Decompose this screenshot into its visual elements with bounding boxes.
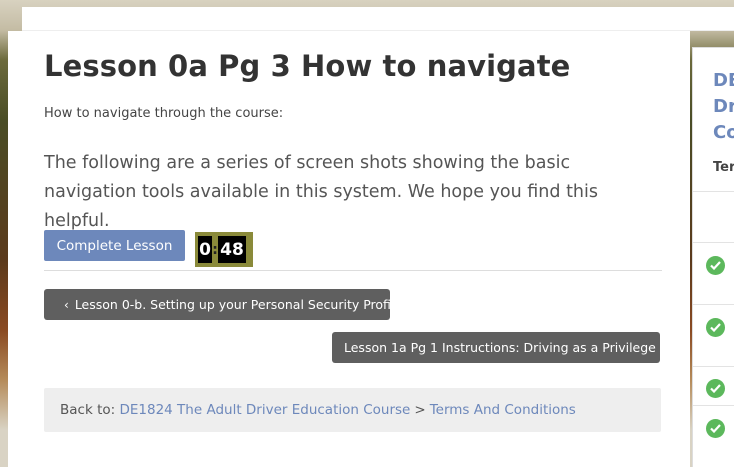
breadcrumb-prefix: Back to: [60,402,116,418]
complete-lesson-button[interactable]: Complete Lesson [44,230,185,261]
previous-lesson-button[interactable]: ‹ Lesson 0-b. Setting up your Personal S… [44,289,402,320]
breadcrumb-section-link[interactable]: Terms And Conditions [430,402,576,418]
lesson-content: Lesson 0a Pg 3 How to navigate How to na… [8,31,690,467]
course-sidebar: DE Dr Co Ter [692,47,734,467]
breadcrumb-course-link[interactable]: DE1824 The Adult Driver Education Course [119,402,410,418]
divider [44,270,662,271]
sidebar-course-title[interactable]: DE Dr Co [713,68,734,146]
sidebar-title-line: DE [713,70,734,91]
next-lesson-label: Lesson 1a Pg 1 Instructions: Driving as … [344,340,656,355]
check-circle-icon [706,256,725,275]
previous-lesson-label: Lesson 0-b. Setting up your Personal Sec… [74,297,403,312]
lesson-body: The following are a series of screen sho… [44,153,599,231]
next-lesson-button[interactable]: Lesson 1a Pg 1 Instructions: Driving as … [332,332,667,363]
sidebar-section-label: Ter [713,160,734,175]
timer-minutes: 0 [198,236,212,263]
check-circle-icon [706,318,725,337]
lesson-timer: 0 : 48 [195,232,253,267]
sidebar-row-divider [693,191,734,192]
chevron-right-icon: › [661,340,667,355]
sidebar-title-line: Co [713,122,734,143]
check-circle-icon [706,419,725,438]
page-title: Lesson 0a Pg 3 How to navigate [44,49,571,83]
lesson-subtitle: How to navigate through the course: [44,106,284,121]
breadcrumb-separator: > [414,402,426,418]
sidebar-title-line: Dr [713,96,734,117]
sidebar-row-divider [693,242,734,243]
top-bar [22,7,734,31]
breadcrumb: Back to: DE1824 The Adult Driver Educati… [44,388,661,432]
sidebar-row-divider [693,405,734,406]
sidebar-row-divider [693,304,734,305]
chevron-left-icon: ‹ [64,297,69,312]
check-circle-icon [706,379,725,398]
sidebar-row-divider [693,366,734,367]
timer-seconds: 48 [218,236,246,263]
